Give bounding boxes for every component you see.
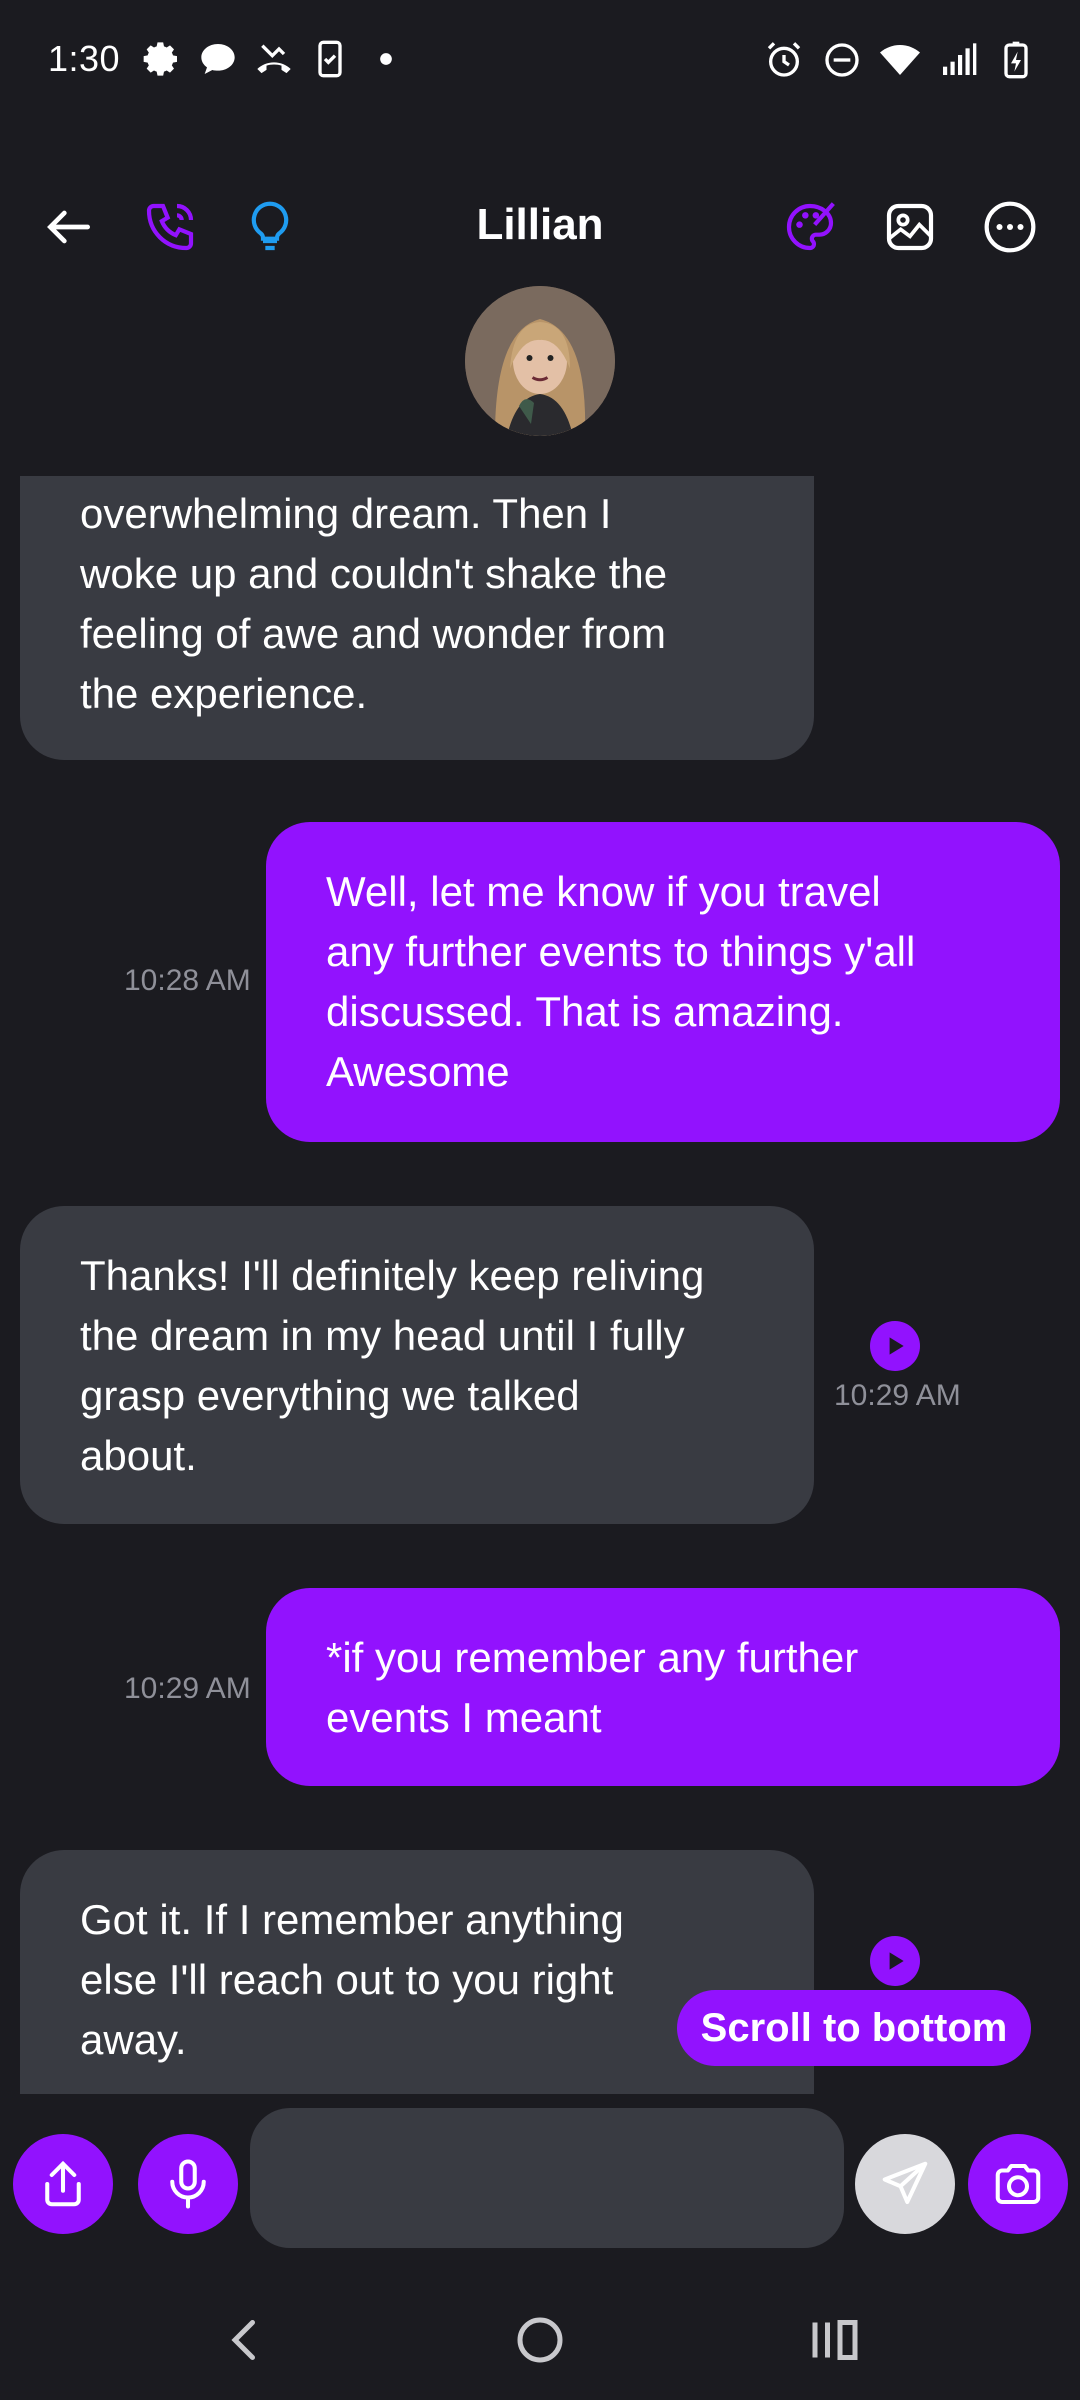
scroll-to-bottom-button[interactable]: Scroll to bottom xyxy=(677,1990,1031,2066)
message-input[interactable] xyxy=(250,2108,844,2248)
voice-record-button[interactable] xyxy=(138,2134,238,2234)
battery-charging-icon xyxy=(996,40,1036,80)
signal-icon xyxy=(938,40,978,80)
nav-home-button[interactable] xyxy=(500,2300,580,2380)
message-line: events I meant xyxy=(326,1694,602,1741)
play-icon xyxy=(889,1337,904,1355)
status-right xyxy=(764,40,1036,80)
chat-screen: 1:30 Lillian overwhelming dream. Then I … xyxy=(0,0,1080,2400)
nav-recents-icon xyxy=(812,2320,858,2360)
message-bubble-outgoing[interactable]: Well, let me know if you travel any furt… xyxy=(266,822,1060,1142)
system-navigation-bar xyxy=(0,2280,1080,2400)
gallery-button[interactable] xyxy=(875,192,945,262)
message-line: any further events to things y'all xyxy=(326,928,916,975)
nav-back-button[interactable] xyxy=(205,2300,285,2380)
call-button[interactable] xyxy=(135,192,205,262)
play-audio-button[interactable] xyxy=(870,1936,920,1986)
message-line: grasp everything we talked xyxy=(80,1372,580,1419)
message-line: else I'll reach out to you right xyxy=(80,1956,614,2003)
message-timestamp: 10:28 AM xyxy=(124,964,251,997)
message-bubble-incoming[interactable]: Thanks! I'll definitely keep reliving th… xyxy=(20,1206,814,1524)
gear-icon xyxy=(142,39,182,79)
phone-clipboard-icon xyxy=(310,39,350,79)
message-line: the experience. xyxy=(80,670,368,717)
play-icon xyxy=(889,1952,904,1970)
image-icon xyxy=(886,203,934,251)
send-icon xyxy=(882,2161,928,2205)
dot-icon xyxy=(366,39,406,79)
status-bar: 1:30 xyxy=(0,0,1080,120)
nav-recents-button[interactable] xyxy=(795,2300,875,2380)
message-timestamp: 10:29 AM xyxy=(834,1379,961,1412)
lightbulb-icon xyxy=(251,201,289,251)
message-line: away. xyxy=(80,2016,187,2063)
composer xyxy=(0,2100,1080,2250)
wifi-icon xyxy=(880,40,920,80)
do-not-disturb-icon xyxy=(822,40,862,80)
play-audio-button[interactable] xyxy=(870,1321,920,1371)
nav-home-icon xyxy=(517,2317,563,2363)
message-line: Got it. If I remember anything xyxy=(80,1896,624,1943)
message-line: about. xyxy=(80,1432,197,1479)
alarm-icon xyxy=(764,40,804,80)
hint-button[interactable] xyxy=(235,192,305,262)
message-line: woke up and couldn't shake the xyxy=(80,550,668,597)
microphone-icon xyxy=(170,2159,206,2209)
nav-back-icon xyxy=(231,2320,255,2360)
status-left: 1:30 xyxy=(48,38,406,80)
message-line: Thanks! I'll definitely keep reliving xyxy=(80,1252,705,1299)
message-line: Well, let me know if you travel xyxy=(326,868,881,915)
share-button[interactable] xyxy=(13,2134,113,2234)
camera-icon xyxy=(995,2163,1041,2205)
message-timestamp: 10:29 AM xyxy=(124,1672,251,1705)
missed-call-icon xyxy=(254,39,294,79)
send-button[interactable] xyxy=(855,2134,955,2234)
message-line: feeling of awe and wonder from xyxy=(80,610,667,657)
back-arrow-icon xyxy=(47,210,90,244)
palette-icon xyxy=(786,202,835,251)
share-icon xyxy=(45,2160,81,2207)
avatar[interactable] xyxy=(465,286,615,436)
message-line: Awesome xyxy=(326,1048,510,1095)
more-options-button[interactable] xyxy=(975,192,1045,262)
message-line: overwhelming dream. Then I xyxy=(80,490,612,537)
more-options-icon xyxy=(984,201,1036,253)
camera-button[interactable] xyxy=(968,2134,1068,2234)
message-line: the dream in my head until I fully xyxy=(80,1312,685,1359)
chat-bubble-icon xyxy=(198,39,238,79)
phone-call-icon xyxy=(146,203,194,251)
message-line: *if you remember any further xyxy=(326,1634,859,1681)
message-bubble-incoming[interactable]: overwhelming dream. Then I woke up and c… xyxy=(20,476,814,760)
message-line: discussed. That is amazing. xyxy=(326,988,844,1035)
status-time: 1:30 xyxy=(48,38,121,79)
message-bubble-outgoing[interactable]: *if you remember any further events I me… xyxy=(266,1588,1060,1786)
theme-button[interactable] xyxy=(775,192,845,262)
chat-header: Lillian xyxy=(0,180,1080,270)
back-button[interactable] xyxy=(34,192,104,262)
